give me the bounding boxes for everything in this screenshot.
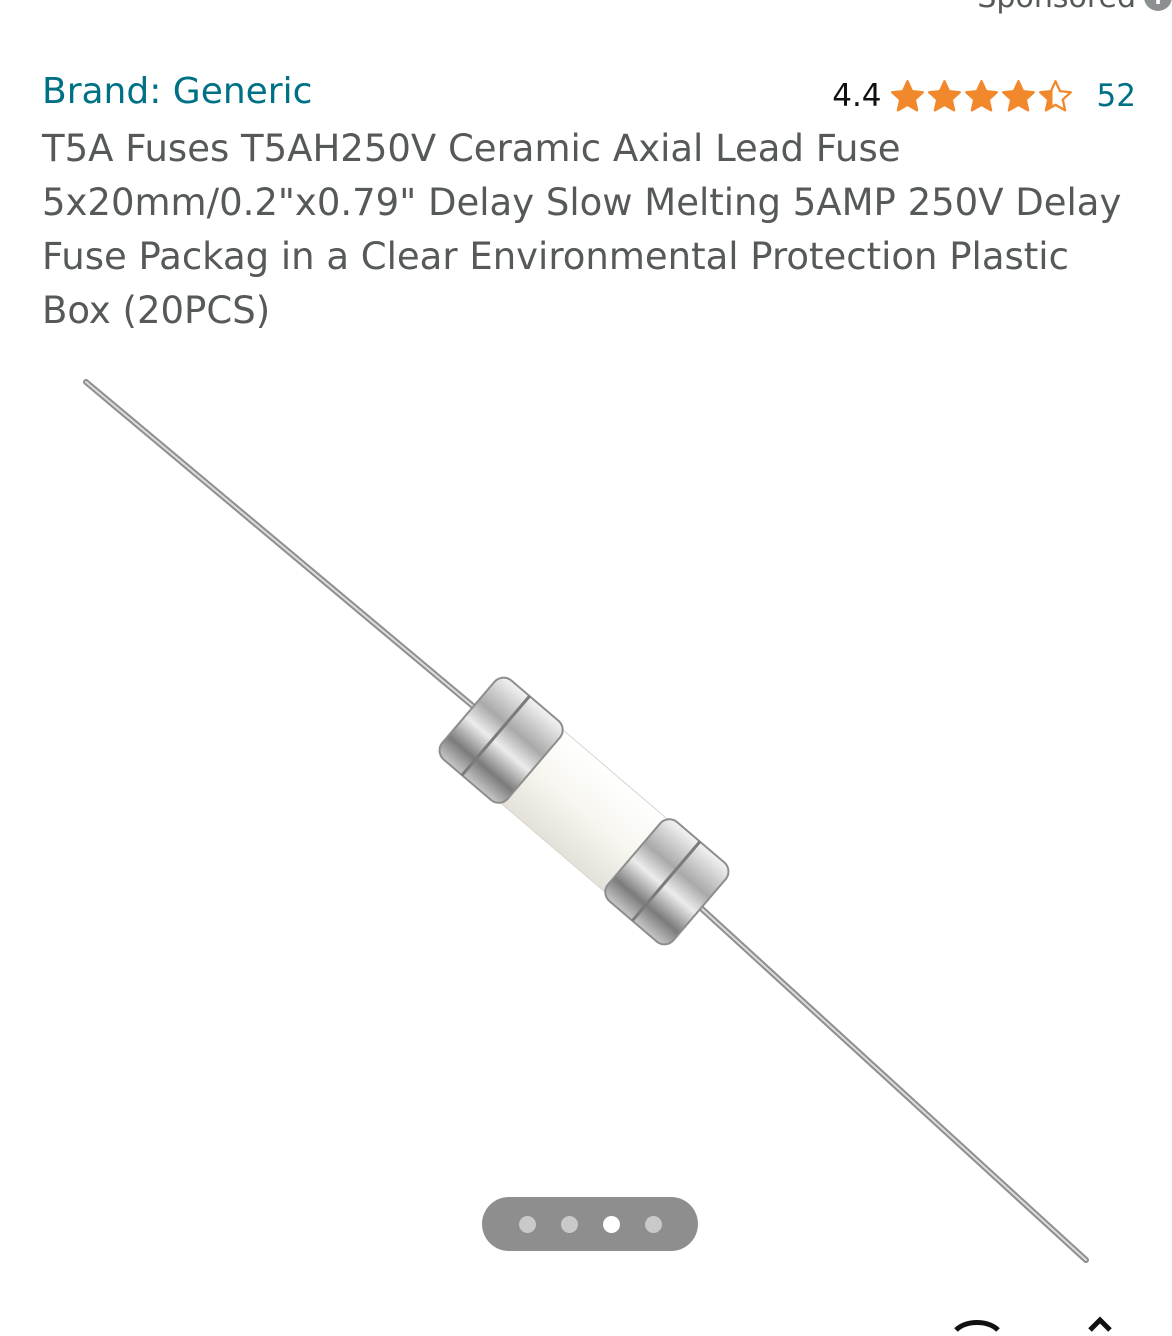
review-count-link[interactable]: 52 (1097, 78, 1136, 114)
share-icon[interactable] (940, 1316, 1160, 1336)
sponsored-label[interactable]: Sponsored i (977, 0, 1172, 15)
star-rating (890, 79, 1075, 114)
carousel-dot[interactable] (644, 1215, 662, 1233)
rating-summary[interactable]: 4.4 52 (832, 74, 1136, 118)
sponsored-text: Sponsored (977, 0, 1136, 15)
info-icon[interactable]: i (1144, 0, 1172, 11)
carousel-dot[interactable] (518, 1215, 536, 1233)
star-icon (1001, 79, 1035, 112)
star-icon (1038, 79, 1072, 112)
product-title[interactable]: T5A Fuses T5AH250V Ceramic Axial Lead Fu… (42, 122, 1132, 338)
carousel-dot[interactable] (602, 1215, 620, 1233)
image-carousel-indicator[interactable] (482, 1197, 698, 1251)
brand-link[interactable]: Brand: Generic (42, 70, 312, 114)
star-icon (964, 79, 998, 112)
carousel-dot[interactable] (560, 1215, 578, 1233)
rating-value: 4.4 (832, 78, 882, 114)
star-icon (927, 79, 961, 112)
product-image[interactable] (0, 360, 1172, 1290)
fuse-image (83, 379, 1089, 1263)
star-icon (890, 79, 924, 112)
